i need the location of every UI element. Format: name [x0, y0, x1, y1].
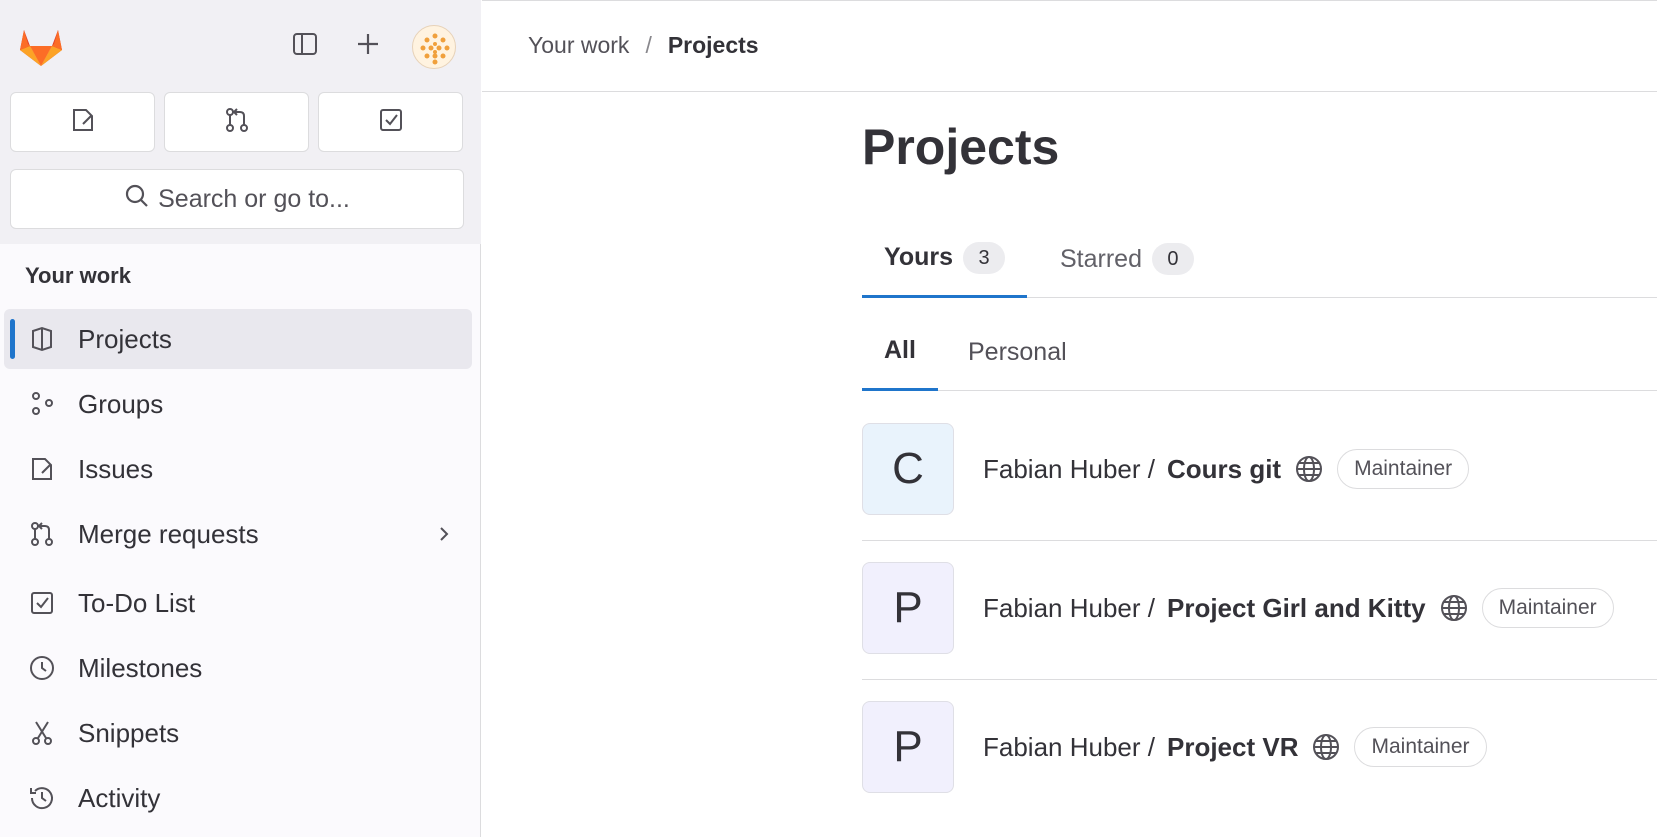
project-row[interactable]: C Fabian Huber / Cours git Maintainer	[862, 402, 1657, 541]
sidebar-header: Search or go to...	[0, 0, 481, 244]
issues-shortcut-button[interactable]	[10, 92, 155, 152]
tab-count-badge: 3	[963, 241, 1005, 274]
sidebar-section-title: Your work	[25, 263, 131, 288]
search-icon	[124, 183, 150, 216]
project-row[interactable]: P Fabian Huber / Project Girl and Kitty …	[862, 541, 1657, 680]
merge-requests-shortcut-button[interactable]	[164, 92, 309, 152]
globe-icon	[1293, 453, 1325, 485]
group-icon	[26, 388, 58, 420]
sidebar-item-snippets[interactable]: Snippets	[4, 703, 472, 763]
sidebar-item-label: Projects	[78, 323, 172, 354]
project-namespace[interactable]: Fabian Huber /	[983, 593, 1155, 624]
sidebar-item-milestones[interactable]: Milestones	[4, 638, 472, 698]
role-badge: Maintainer	[1481, 588, 1614, 628]
subtab-label: All	[884, 336, 916, 364]
breadcrumb-your-work[interactable]: Your work	[528, 32, 629, 59]
sidebar-item-activity[interactable]: Activity	[4, 768, 472, 828]
todos-shortcut-button[interactable]	[318, 92, 463, 152]
top-bar: Your work / Projects	[482, 0, 1657, 92]
search-button[interactable]: Search or go to...	[10, 169, 464, 229]
project-avatar[interactable]: P	[862, 701, 954, 793]
project-name[interactable]: Cours git	[1167, 454, 1281, 485]
issues-icon	[26, 453, 58, 485]
project-name[interactable]: Project VR	[1167, 732, 1299, 763]
subtab-personal[interactable]: Personal	[946, 313, 1089, 391]
clock-icon	[26, 652, 58, 684]
sidebar-item-label: Milestones	[78, 652, 203, 683]
project-namespace[interactable]: Fabian Huber /	[983, 732, 1155, 763]
sidebar: Search or go to... Your work Projects Gr…	[0, 0, 481, 837]
sidebar-item-label: Snippets	[78, 717, 180, 748]
globe-icon	[1438, 592, 1470, 624]
project-icon	[26, 323, 58, 355]
chevron-right-icon[interactable]	[432, 522, 456, 546]
sidebar-item-label: Merge requests	[78, 518, 259, 549]
projects-subtabs: All Personal	[862, 313, 1657, 391]
project-avatar[interactable]: C	[862, 423, 954, 515]
toggle-sidebar-icon[interactable]	[287, 26, 323, 62]
sidebar-item-label: To-Do List	[78, 587, 196, 618]
breadcrumb-separator: /	[645, 32, 652, 58]
user-avatar[interactable]	[412, 25, 456, 69]
project-title: Fabian Huber / Cours git Maintainer	[983, 402, 1470, 536]
tab-label: Yours	[884, 243, 953, 271]
tab-yours[interactable]: Yours 3	[862, 220, 1027, 298]
project-namespace[interactable]: Fabian Huber /	[983, 454, 1155, 485]
gitlab-logo-icon[interactable]	[16, 22, 66, 70]
page-title: Projects	[862, 119, 1060, 175]
todo-icon	[377, 106, 405, 139]
sidebar-item-label: Activity	[78, 782, 161, 813]
role-badge: Maintainer	[1354, 727, 1487, 767]
projects-tabs: Yours 3 Starred 0	[862, 220, 1657, 298]
sidebar-item-issues[interactable]: Issues	[4, 439, 472, 499]
tab-starred[interactable]: Starred 0	[1038, 220, 1216, 298]
subtab-all[interactable]: All	[862, 313, 938, 391]
sidebar-item-label: Groups	[78, 388, 164, 419]
breadcrumb: Your work / Projects	[528, 32, 759, 59]
role-badge: Maintainer	[1337, 449, 1470, 489]
sidebar-item-label: Issues	[78, 453, 154, 484]
todo-icon	[26, 587, 58, 619]
issues-icon	[69, 106, 97, 139]
merge-request-icon	[26, 518, 58, 550]
plus-icon[interactable]	[350, 26, 386, 62]
project-avatar[interactable]: P	[862, 562, 954, 654]
globe-icon	[1310, 731, 1342, 763]
snippet-icon	[26, 717, 58, 749]
sidebar-item-projects[interactable]: Projects	[4, 309, 472, 369]
history-icon	[26, 782, 58, 814]
tab-label: Starred	[1060, 244, 1142, 273]
sidebar-item-groups[interactable]: Groups	[4, 374, 472, 434]
project-name[interactable]: Project Girl and Kitty	[1167, 593, 1426, 624]
subtab-label: Personal	[968, 337, 1067, 366]
merge-request-icon	[223, 106, 251, 139]
breadcrumb-projects[interactable]: Projects	[668, 32, 759, 59]
sidebar-item-todo-list[interactable]: To-Do List	[4, 573, 472, 633]
tab-count-badge: 0	[1151, 243, 1194, 275]
project-title: Fabian Huber / Project Girl and Kitty Ma…	[983, 541, 1614, 675]
sidebar-item-merge-requests[interactable]: Merge requests	[4, 504, 472, 564]
search-placeholder: Search or go to...	[158, 184, 350, 213]
project-row[interactable]: P Fabian Huber / Project VR Maintainer	[862, 680, 1657, 819]
project-title: Fabian Huber / Project VR Maintainer	[983, 680, 1487, 814]
